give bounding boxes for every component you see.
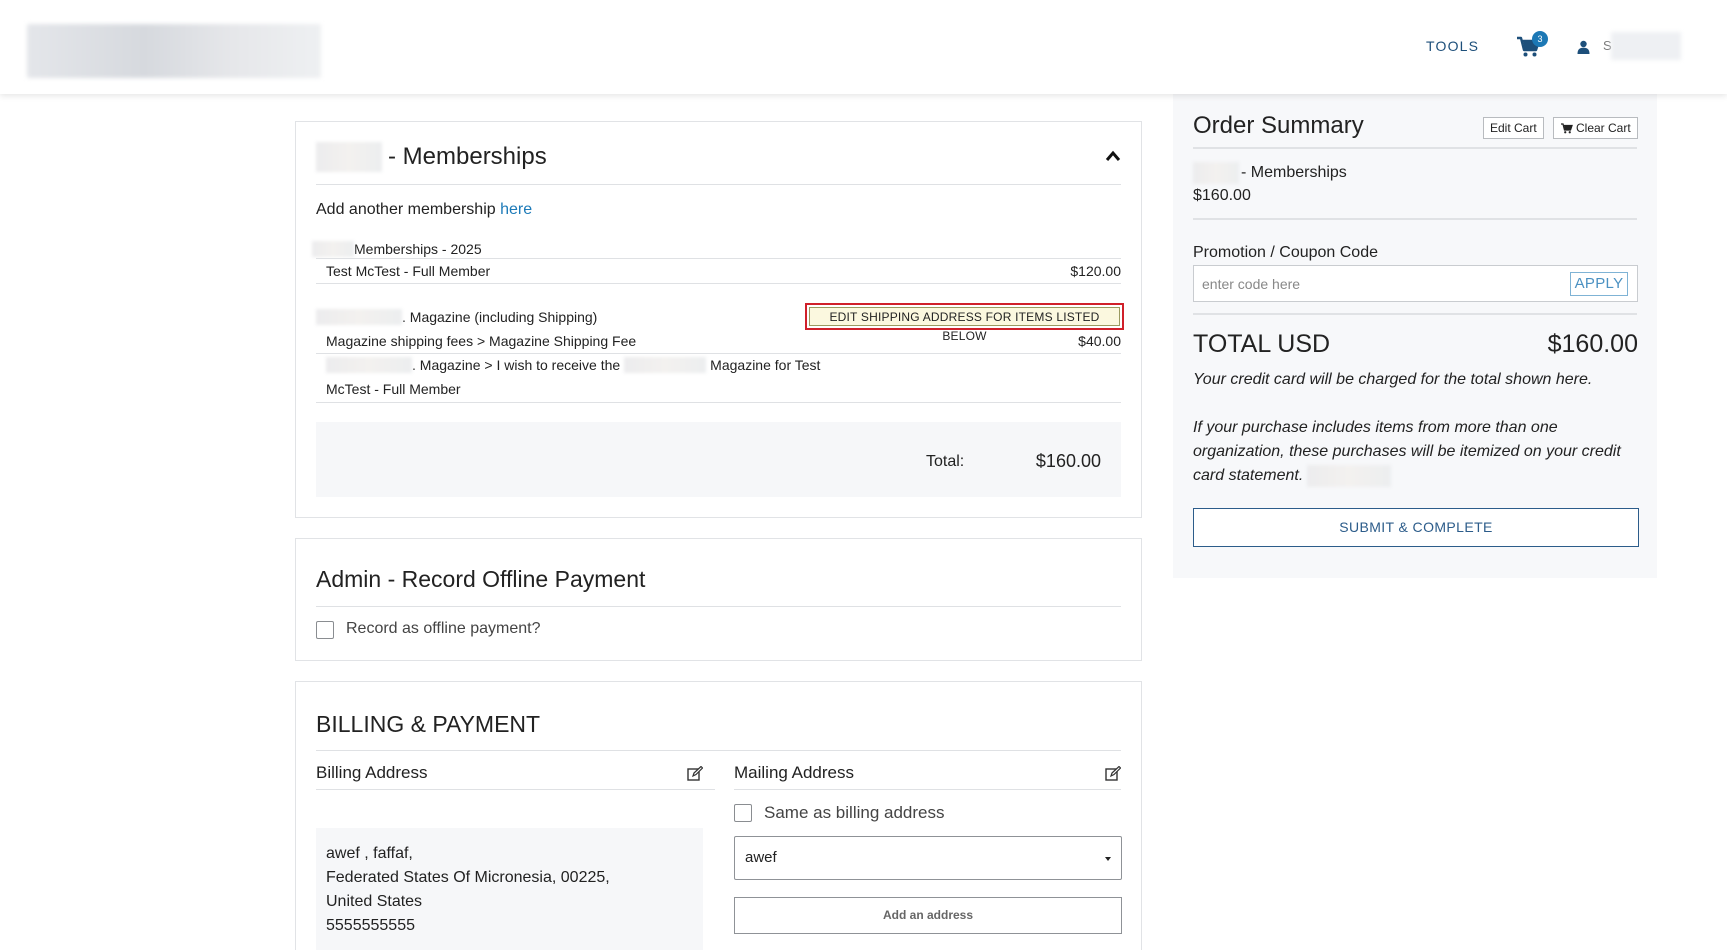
memberships-total-box: Total: $160.00 [316, 422, 1121, 497]
edit-billing-icon[interactable] [687, 766, 703, 782]
total-label: Total: [926, 453, 965, 470]
apply-coupon-button[interactable]: APPLY [1570, 272, 1628, 296]
itemize-note: If your purchase includes items from mor… [1193, 416, 1638, 488]
line-item-label: Test McTest - Full Member [326, 263, 491, 279]
billing-address-box: awef , faffaf, Federated States Of Micro… [316, 828, 703, 950]
total-value: $160.00 [1035, 451, 1101, 471]
edit-shipping-label: EDIT SHIPPING ADDRESS FOR ITEMS LISTED B… [809, 307, 1120, 343]
charge-note: Your credit card will be charged for the… [1193, 371, 1593, 388]
divider [316, 606, 1121, 607]
promo-field: APPLY [1193, 265, 1638, 302]
total-usd-value: $160.00 [1547, 330, 1638, 358]
memberships-title: - Memberships [316, 142, 547, 172]
line3-part2: Magazine for Test [710, 357, 821, 373]
top-header: TOOLS 3 S [0, 0, 1727, 94]
edit-mailing-icon[interactable] [1105, 766, 1121, 782]
add-another-text: Add another membership [316, 201, 501, 218]
org-name-redacted [316, 309, 402, 325]
promo-label: Promotion / Coupon Code [1193, 244, 1378, 261]
clear-cart-label: Clear Cart [1576, 121, 1631, 135]
offline-payment-label: Record as offline payment? [346, 620, 541, 637]
site-logo[interactable] [27, 24, 321, 78]
divider [734, 789, 1121, 790]
divider [316, 750, 1121, 751]
summary-item-price: $160.00 [1193, 187, 1251, 204]
org-name-redacted [316, 142, 382, 172]
divider [316, 283, 1121, 284]
group2-title-text: . Magazine (including Shipping) [402, 309, 598, 325]
same-as-billing-label: Same as billing address [764, 803, 945, 822]
order-summary-title: Order Summary [1193, 112, 1364, 139]
order-summary-panel: Order Summary Edit Cart Clear Cart - Mem… [1173, 94, 1657, 578]
add-another-link[interactable]: here [500, 201, 532, 218]
user-name-redacted [1611, 32, 1681, 60]
summary-item: - Memberships [1193, 162, 1347, 184]
divider [316, 258, 1121, 259]
divider [1193, 147, 1637, 149]
cart-count-badge: 3 [1532, 31, 1548, 47]
memberships-card: - Memberships Add another membership her… [295, 121, 1142, 518]
billing-address-label: Billing Address [316, 763, 428, 782]
caret-down-icon [1105, 857, 1111, 861]
line-item-magazine-option: . Magazine > I wish to receive the Magaz… [326, 357, 820, 373]
submit-complete-button[interactable]: SUBMIT & COMPLETE [1193, 508, 1639, 547]
divider [316, 402, 1121, 403]
edit-shipping-address-button[interactable]: EDIT SHIPPING ADDRESS FOR ITEMS LISTED B… [805, 303, 1124, 343]
mailing-address-select[interactable]: awef [734, 836, 1122, 880]
billing-address-line: awef , faffaf, [326, 845, 413, 862]
line3-part1: . Magazine > I wish to receive the [412, 357, 621, 373]
same-as-billing-checkbox[interactable] [734, 804, 752, 822]
add-address-button[interactable]: Add an address [734, 897, 1122, 934]
line-item-amount: $120.00 [1070, 263, 1121, 279]
itemize-note-text: If your purchase includes items from mor… [1193, 419, 1621, 484]
offline-payment-checkbox[interactable] [316, 621, 334, 639]
billing-address-line: Federated States Of Micronesia, 00225, [326, 869, 610, 886]
add-another-membership: Add another membership here [316, 201, 532, 219]
divider [1193, 313, 1637, 315]
org-name-redacted [624, 357, 707, 373]
line3-part3: McTest - Full Member [326, 381, 461, 397]
admin-title: Admin - Record Offline Payment [316, 566, 646, 592]
billing-title: BILLING & PAYMENT [316, 711, 541, 737]
edit-cart-button[interactable]: Edit Cart [1483, 117, 1544, 139]
group-title-magazine: . Magazine (including Shipping) [316, 309, 597, 325]
tools-menu[interactable]: TOOLS [1426, 38, 1479, 54]
user-icon[interactable] [1577, 40, 1590, 54]
divider [316, 353, 1121, 354]
line-item-amount: $40.00 [1078, 333, 1121, 349]
divider [316, 789, 715, 790]
memberships-title-text: - Memberships [388, 143, 547, 170]
edit-cart-label: Edit Cart [1490, 121, 1537, 135]
org-name-redacted [1307, 464, 1392, 487]
admin-offline-payment-card: Admin - Record Offline Payment Record as… [295, 538, 1142, 661]
promo-code-input[interactable] [1194, 266, 1564, 301]
user-name[interactable]: S [1603, 32, 1681, 60]
summary-item-label: - Memberships [1241, 164, 1347, 181]
cart-small-icon [1561, 122, 1573, 133]
billing-payment-card: BILLING & PAYMENT Billing Address Mailin… [295, 681, 1142, 950]
group1-title-text: Memberships - 2025 [354, 241, 482, 257]
billing-address-line: 5555555555 [326, 917, 415, 934]
org-name-redacted [1193, 162, 1239, 184]
divider [1193, 218, 1637, 220]
clear-cart-button[interactable]: Clear Cart [1553, 117, 1638, 139]
mailing-address-label: Mailing Address [734, 763, 855, 782]
chevron-up-icon[interactable] [1105, 150, 1121, 162]
mailing-address-select-value: awef [745, 849, 777, 866]
divider [316, 184, 1121, 185]
line-item-label: Magazine shipping fees > Magazine Shippi… [326, 333, 637, 349]
group-title-memberships: Memberships - 2025 [312, 241, 482, 257]
total-usd-label: TOTAL USD [1193, 330, 1331, 358]
billing-address-line: United States [326, 893, 423, 910]
org-name-redacted [312, 241, 354, 257]
org-name-redacted [326, 357, 412, 373]
